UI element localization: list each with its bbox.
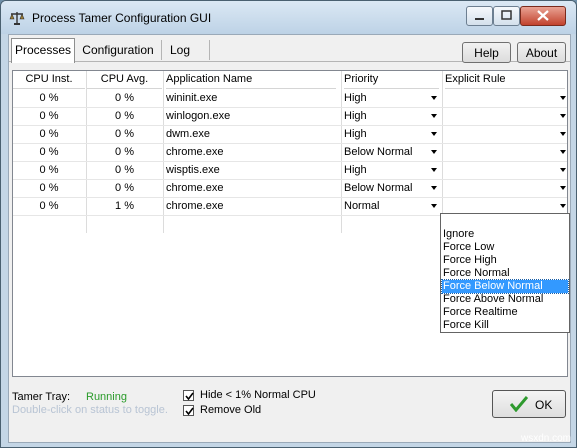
- explicit-rule-select[interactable]: [445, 143, 555, 161]
- dropdown-option[interactable]: Force High: [442, 254, 568, 267]
- priority-select[interactable]: Below Normal: [344, 143, 424, 161]
- table-row[interactable]: 0 % 0 % chrome.exe Below Normal: [13, 179, 567, 198]
- chevron-down-icon[interactable]: [560, 132, 566, 136]
- close-button[interactable]: [520, 6, 566, 26]
- maximize-button[interactable]: [493, 6, 520, 26]
- about-button[interactable]: About: [517, 42, 566, 63]
- explicit-rule-select[interactable]: [445, 161, 555, 179]
- chevron-down-icon[interactable]: [431, 114, 437, 118]
- cpu-avg-cell: 0 %: [115, 146, 134, 158]
- tab-processes[interactable]: Processes: [11, 38, 75, 63]
- watermark: wsxdn.com: [520, 433, 571, 444]
- dropdown-option[interactable]: Force Above Normal: [442, 293, 568, 306]
- priority-select[interactable]: Below Normal: [344, 179, 424, 197]
- tamer-tray-label: Tamer Tray:: [12, 391, 71, 403]
- explicit-rule-select[interactable]: [445, 107, 555, 125]
- cpu-avg-cell: 0 %: [115, 92, 134, 104]
- chevron-down-icon[interactable]: [560, 96, 566, 100]
- checkmark-icon: [510, 396, 528, 412]
- dropdown-option[interactable]: [442, 215, 568, 228]
- dropdown-option[interactable]: Force Low: [442, 241, 568, 254]
- application-name-cell: winlogon.exe: [166, 110, 231, 122]
- chevron-down-icon[interactable]: [431, 168, 437, 172]
- cpu-avg-cell: 0 %: [115, 110, 134, 122]
- priority-select[interactable]: High: [344, 89, 424, 107]
- tab-configuration[interactable]: Configuration: [79, 39, 157, 63]
- column-cpu-avg[interactable]: CPU Avg.: [87, 71, 162, 89]
- checkmark-icon: [185, 392, 194, 401]
- help-button[interactable]: Help: [462, 42, 511, 63]
- hide-low-cpu-checkbox[interactable]: [183, 390, 194, 401]
- client-area: Processes Configuration Log Help About C…: [8, 34, 571, 443]
- column-cpu-inst[interactable]: CPU Inst.: [13, 71, 85, 89]
- cpu-inst-cell: 0 %: [39, 128, 59, 140]
- table-row[interactable]: 0 % 0 % wisptis.exe High: [13, 161, 567, 180]
- chevron-down-icon[interactable]: [431, 150, 437, 154]
- chevron-down-icon[interactable]: [431, 132, 437, 136]
- application-name-cell: wisptis.exe: [166, 164, 220, 176]
- cpu-avg-cell: 0 %: [115, 182, 134, 194]
- minimize-button[interactable]: [466, 6, 493, 26]
- dropdown-option[interactable]: Ignore: [442, 228, 568, 241]
- window-title: Process Tamer Configuration GUI: [32, 11, 212, 25]
- cpu-avg-cell: 0 %: [115, 128, 134, 140]
- application-name-cell: chrome.exe: [166, 200, 224, 212]
- priority-select[interactable]: Normal: [344, 197, 424, 215]
- column-explicit-rule[interactable]: Explicit Rule: [445, 71, 565, 89]
- explicit-rule-dropdown-list[interactable]: Ignore Force Low Force High Force Normal For…: [440, 213, 570, 333]
- explicit-rule-select[interactable]: [445, 179, 555, 197]
- dropdown-option[interactable]: Force Below Normal: [441, 279, 569, 294]
- tamer-tray-status[interactable]: Running: [86, 391, 127, 403]
- checkmark-icon: [185, 407, 194, 416]
- cpu-inst-cell: 0 %: [39, 200, 59, 212]
- title-bar[interactable]: Process Tamer Configuration GUI: [1, 1, 576, 34]
- tab-log[interactable]: Log: [165, 39, 195, 63]
- main-window: Process Tamer Configuration GUI Processe…: [0, 0, 577, 448]
- column-application-name[interactable]: Application Name: [166, 71, 336, 89]
- chevron-down-icon[interactable]: [431, 96, 437, 100]
- cpu-inst-cell: 0 %: [39, 92, 59, 104]
- chevron-down-icon[interactable]: [431, 204, 437, 208]
- application-name-cell: chrome.exe: [166, 182, 224, 194]
- cpu-inst-cell: 0 %: [39, 182, 59, 194]
- toggle-hint: Double-click on status to toggle.: [12, 404, 168, 416]
- priority-select[interactable]: High: [344, 107, 424, 125]
- chevron-down-icon[interactable]: [560, 150, 566, 154]
- chevron-down-icon[interactable]: [560, 168, 566, 172]
- chevron-down-icon[interactable]: [560, 204, 566, 208]
- table-row[interactable]: 0 % 0 % wininit.exe High: [13, 89, 567, 108]
- scales-icon: [9, 10, 25, 26]
- application-name-cell: wininit.exe: [166, 92, 218, 104]
- cpu-avg-cell: 1 %: [115, 200, 134, 212]
- ok-button[interactable]: OK: [492, 390, 566, 418]
- chevron-down-icon[interactable]: [431, 186, 437, 190]
- column-priority[interactable]: Priority: [344, 71, 439, 89]
- tab-separator: [161, 40, 162, 60]
- table-row[interactable]: 0 % 0 % chrome.exe Below Normal: [13, 143, 567, 162]
- cpu-inst-cell: 0 %: [39, 164, 59, 176]
- cpu-avg-cell: 0 %: [115, 164, 134, 176]
- explicit-rule-select[interactable]: [445, 125, 555, 143]
- application-name-cell: chrome.exe: [166, 146, 224, 158]
- cpu-inst-cell: 0 %: [39, 110, 59, 122]
- priority-select[interactable]: High: [344, 161, 424, 179]
- cpu-inst-cell: 0 %: [39, 146, 59, 158]
- dropdown-option[interactable]: Force Normal: [442, 267, 568, 280]
- dropdown-option[interactable]: Force Kill: [442, 319, 568, 332]
- chevron-down-icon[interactable]: [560, 114, 566, 118]
- table-row[interactable]: 0 % 0 % dwm.exe High: [13, 125, 567, 144]
- ok-label: OK: [535, 398, 553, 412]
- remove-old-checkbox[interactable]: [183, 405, 194, 416]
- tab-separator: [209, 40, 210, 60]
- remove-old-label: Remove Old: [200, 404, 262, 416]
- priority-select[interactable]: High: [344, 125, 424, 143]
- application-name-cell: dwm.exe: [166, 128, 211, 140]
- explicit-rule-select[interactable]: [445, 89, 555, 107]
- dropdown-option[interactable]: Force Realtime: [442, 306, 568, 319]
- chevron-down-icon[interactable]: [560, 186, 566, 190]
- hide-low-cpu-label: Hide < 1% Normal CPU: [200, 389, 316, 401]
- table-row[interactable]: 0 % 0 % winlogon.exe High: [13, 107, 567, 126]
